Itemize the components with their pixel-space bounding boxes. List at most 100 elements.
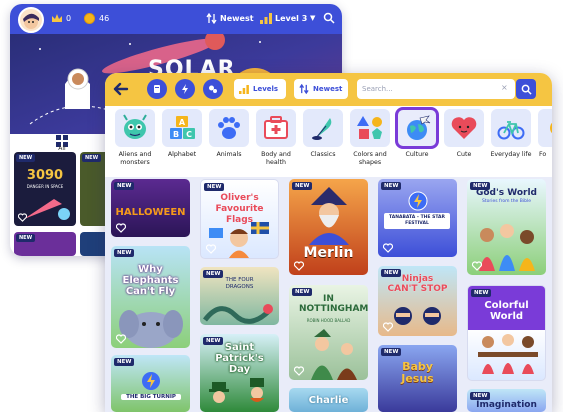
category-aliens-and-monsters[interactable]: Aliens and monsters [110,109,160,167]
book-card[interactable]: NEW THE FOUR DRAGONS [200,267,279,325]
heart-icon[interactable] [383,243,393,253]
new-badge: NEW [471,289,492,297]
book-card[interactable]: NEW God's World Stories from the Bible [467,179,546,275]
book-title: Ninjas CAN'T STOP [387,274,448,294]
search-icon[interactable] [323,12,335,26]
heart-icon[interactable] [116,223,126,233]
merlin-illustration [309,187,349,245]
book-icon [154,85,160,93]
new-badge: NEW [204,183,225,191]
new-badge: NEW [381,348,402,356]
search-button[interactable] [516,79,536,99]
search-input[interactable] [362,83,492,95]
book-title: TANABATA – THE STAR FESTIVAL [384,213,450,229]
category-label: Fo [539,151,547,158]
heart-icon[interactable] [18,213,27,222]
category-food[interactable]: Fo [533,109,552,159]
book-card[interactable]: NEW Oliver's Favourite Flags [200,179,279,259]
alien-icon [123,114,147,139]
new-badge: NEW [470,182,491,190]
category-alphabet[interactable]: ABC Alphabet [157,109,207,159]
book-title: Charlie [308,395,349,406]
book-card[interactable]: NEW Ninjas CAN'T STOP [378,266,457,336]
category-classics[interactable]: Classics [298,109,348,159]
heart-icon[interactable] [383,322,393,332]
book-card[interactable]: NEW Colorful World [467,285,546,381]
book-title: THE FOUR DRAGONS [225,277,254,290]
book-title: Oliver's Favourite Flags [215,193,264,225]
book-card[interactable]: NEW Merlin [289,179,368,275]
newest-label: Newest [313,85,343,93]
new-badge: NEW [203,270,224,278]
book-card[interactable]: NEW THE BIG TURNIP [111,355,190,412]
category-label: Alphabet [167,151,197,158]
book-card[interactable]: Charlie [289,388,368,412]
heart-icon[interactable] [294,261,304,271]
book-card[interactable]: NEW HALLOWEEN [111,179,190,237]
book-card[interactable]: NEW Imagination [467,389,546,412]
chevron-down-icon[interactable]: ▼ [310,14,315,22]
top-bar: 0 46 Newest Level 3 ▼ [10,4,342,34]
book-grid: NEW HALLOWEEN NEW Why Elephants Can't Fl… [105,177,552,412]
category-label: Aliens and monsters [118,151,152,166]
svg-text:B: B [173,130,179,139]
book-card[interactable]: NEW TANABATA – THE STAR FESTIVAL [378,179,457,257]
lightning-badge-icon [142,372,160,390]
book-card[interactable]: NEW Why Elephants Can't Fly [111,246,190,348]
library-window: Levels Newest × Aliens and monsters ABC … [105,73,552,412]
new-badge: NEW [381,182,402,190]
levels-button[interactable]: Levels [234,79,286,99]
sort-newest-button[interactable]: Newest [294,79,348,99]
book-title: 3090 [26,168,64,183]
category-animals[interactable]: Animals [204,109,254,159]
new-badge: NEW [114,358,135,366]
quick-filter-button[interactable] [175,79,195,99]
level-dropdown[interactable]: Level 3 [275,14,307,23]
clear-search-icon[interactable]: × [501,83,508,92]
svg-text:C: C [186,130,192,139]
bubbles-icon [209,85,217,93]
new-badge: NEW [16,234,36,242]
book-card[interactable]: NEW 3090 DANGER IN SPACE [14,152,76,226]
avatar[interactable] [18,7,44,33]
new-badge: NEW [82,154,102,162]
category-colors-and-shapes[interactable]: Colors and shapes [345,109,395,167]
globe-plane-icon [407,115,431,140]
coin-icon [84,13,95,24]
coin-count: 46 [99,14,110,23]
sort-icon[interactable] [206,12,217,26]
back-arrow-icon[interactable] [113,81,129,97]
category-culture[interactable]: Culture [392,107,442,159]
shapes-icon [357,116,382,139]
search-box: × [357,79,515,99]
all-category-label: All [58,145,66,152]
book-card[interactable]: NEW IN NOTTINGHAM ROBIN HOOD BALLAD [289,285,368,380]
heart-face-icon [451,117,477,139]
heart-icon[interactable] [206,244,216,254]
heart-icon[interactable] [472,261,482,271]
category-everyday-life[interactable]: Everyday life [486,109,536,159]
category-label: Everyday life [490,151,532,158]
book-filter-button[interactable] [147,79,167,99]
crown-count: 0 [66,14,72,23]
book-card[interactable]: NEW Baby Jesus [378,345,457,412]
toolbar: Levels Newest × [105,73,552,106]
new-badge: NEW [16,154,36,162]
bubbles-filter-button[interactable] [203,79,223,99]
book-card[interactable]: NEW Saint Patrick's Day [200,334,279,412]
category-cute[interactable]: Cute [439,109,489,159]
quill-icon [312,118,332,140]
category-label: Animals [216,151,242,158]
abc-blocks-icon: AB C [170,116,195,139]
category-label: Body and health [261,151,291,166]
heart-icon[interactable] [294,366,304,376]
new-badge: NEW [203,337,224,345]
category-body-and-health[interactable]: Body and health [251,109,301,167]
heart-icon[interactable] [116,334,126,344]
book-title: HALLOWEEN [115,207,186,218]
sort-dropdown[interactable]: Newest [220,14,254,23]
crown-icon [51,13,63,26]
book-card[interactable]: NEW [14,232,76,256]
book-subtitle: Stories from the Bible [482,199,531,204]
book-subtitle: ROBIN HOOD BALLAD [306,318,351,323]
